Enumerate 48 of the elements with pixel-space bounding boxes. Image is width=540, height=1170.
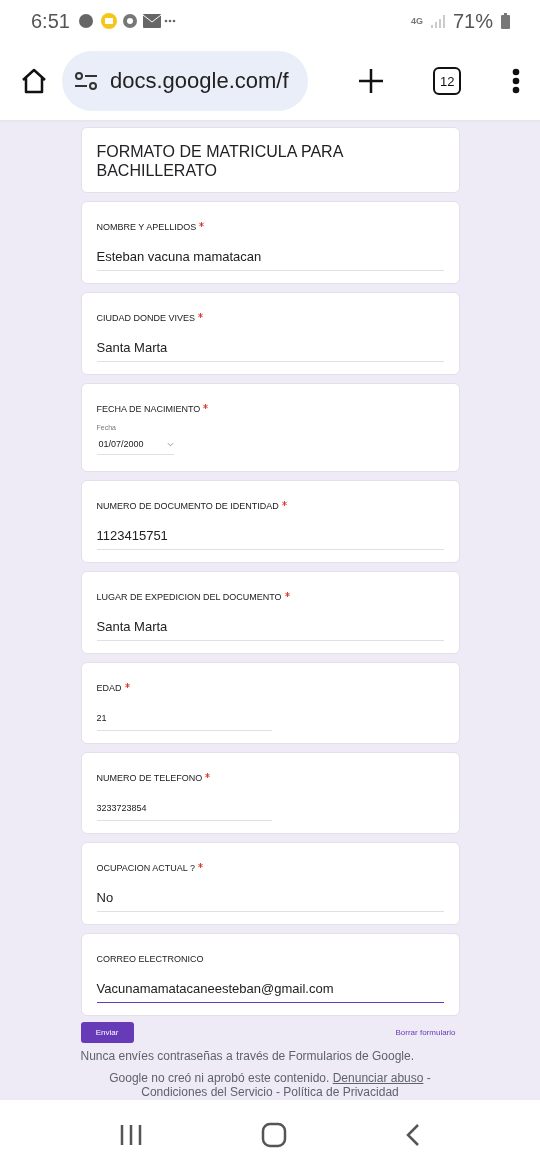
question-label: EDAD xyxy=(96,683,122,694)
status-time: 6:51 xyxy=(31,9,70,33)
question-label: NOMBRE Y APELLIDOS xyxy=(96,222,197,233)
battery-percent: 71% xyxy=(452,9,493,33)
plus-icon[interactable] xyxy=(358,69,383,93)
submit-button[interactable]: Enviar xyxy=(80,1022,134,1043)
more-icon[interactable] xyxy=(512,68,520,94)
site-settings-icon xyxy=(74,71,98,91)
input-field[interactable]: Santa Marta xyxy=(96,619,444,641)
input-field[interactable]: No xyxy=(96,890,444,912)
required-icon xyxy=(284,592,290,597)
required-icon xyxy=(205,773,211,778)
report-abuse-link[interactable]: Denunciar abuso xyxy=(332,1071,424,1085)
chevron-down-icon xyxy=(166,441,174,447)
address-bar[interactable]: docs.google.com/f xyxy=(62,51,308,111)
required-icon xyxy=(198,863,204,868)
input-field[interactable]: 21 xyxy=(96,713,272,731)
question-label: CORREO ELECTRONICO xyxy=(96,954,204,965)
required-icon xyxy=(198,313,204,318)
form-title: FORMATO DE MATRICULA PARA BACHILLERATO xyxy=(96,142,345,180)
question-label: LUGAR DE EXPEDICION DEL DOCUMENTO xyxy=(96,592,282,603)
question-label: NUMERO DE TELEFONO xyxy=(96,773,203,784)
required-icon xyxy=(124,683,130,688)
input-field[interactable]: Vacunamamatacaneesteban@gmail.com xyxy=(96,981,444,1003)
date-field[interactable]: 01/07/2000 xyxy=(96,439,174,455)
network-type: 4G xyxy=(410,16,423,26)
home-icon[interactable] xyxy=(20,67,48,95)
disclaimer-text: Google no creó ni aprobó este contenido. Denunciar abuso - Condiciones del Servicio - Política de Privacidad xyxy=(108,1071,432,1099)
recent-apps-icon[interactable] xyxy=(119,1124,143,1146)
question-label: FECHA DE NACIMIENTO xyxy=(96,404,201,415)
required-icon xyxy=(199,222,205,227)
required-icon xyxy=(281,501,287,506)
question-label: NUMERO DE DOCUMENTO DE IDENTIDAD xyxy=(96,501,279,512)
input-field[interactable]: Esteban vacuna mamatacan xyxy=(96,249,444,271)
input-field[interactable]: 3233723854 xyxy=(96,803,272,821)
input-field[interactable]: Santa Marta xyxy=(96,340,444,362)
required-icon xyxy=(203,404,209,409)
clear-form-link[interactable]: Borrar formulario xyxy=(395,1028,456,1037)
question-label: CIUDAD DONDE VIVES xyxy=(96,313,196,324)
input-field[interactable]: 1123415751 xyxy=(96,528,444,550)
tab-count-button[interactable]: 12 xyxy=(433,67,462,95)
home-button-icon[interactable] xyxy=(261,1122,287,1148)
password-warning: Nunca envíes contraseñas a través de Formularios de Google. xyxy=(80,1049,415,1063)
question-label: OCUPACION ACTUAL ? xyxy=(96,863,196,874)
url-text: docs.google.com/f xyxy=(110,68,289,94)
signal-icon xyxy=(430,13,445,29)
battery-icon xyxy=(501,13,510,29)
back-icon[interactable] xyxy=(405,1123,421,1147)
